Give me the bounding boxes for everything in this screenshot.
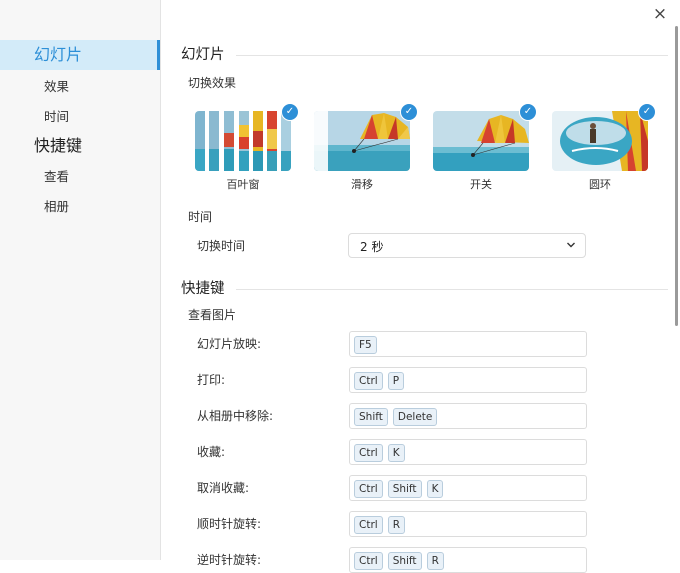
shortcut-label: 打印: [197, 373, 226, 387]
key-cap: Ctrl [354, 372, 383, 390]
settings-content: 幻灯片 切换效果 ✓ 百叶窗 ✓ 滑移 ✓ 开关 ✓ 圆环 时间 切换时间 2 … [160, 0, 680, 573]
switch-time-label: 切换时间 [197, 239, 246, 253]
shortcut-input[interactable]: Ctrl K [349, 439, 587, 465]
key-cap: Ctrl [354, 552, 383, 570]
sidebar-item-shortcuts[interactable]: 快捷键 [0, 131, 160, 161]
shortcut-input[interactable]: Shift Delete [349, 403, 587, 429]
effect-blinds-thumbnail [195, 111, 291, 171]
shortcut-input[interactable]: Ctrl R [349, 511, 587, 537]
switch-time-value: 2 秒 [360, 240, 384, 254]
sidebar: 幻灯片 效果 时间 快捷键 查看 相册 [0, 0, 161, 560]
effect-switch-label: 开关 [470, 178, 492, 191]
switch-time-select[interactable]: 2 秒 [348, 233, 586, 258]
effect-slide-label: 滑移 [351, 178, 373, 191]
shortcut-label: 顺时针旋转: [197, 517, 262, 531]
effect-blinds-label: 百叶窗 [226, 178, 260, 191]
sidebar-item-time[interactable]: 时间 [0, 105, 160, 129]
sidebar-item-slideshow[interactable]: 幻灯片 [0, 40, 160, 70]
key-cap: K [426, 480, 444, 498]
sidebar-item-view[interactable]: 查看 [0, 165, 160, 189]
key-cap: Ctrl [354, 444, 383, 462]
section-divider [236, 55, 668, 56]
shortcut-input[interactable]: Ctrl Shift R [349, 547, 587, 573]
effect-slide-thumbnail [314, 111, 410, 171]
effect-blinds[interactable]: ✓ 百叶窗 [195, 103, 299, 192]
sidebar-item-album[interactable]: 相册 [0, 195, 160, 219]
key-cap: P [387, 372, 405, 390]
view-images-group-label: 查看图片 [188, 308, 237, 322]
key-cap: K [387, 444, 405, 462]
effect-switch-thumbnail [433, 111, 529, 171]
key-cap: Ctrl [354, 516, 383, 534]
key-cap: Shift [387, 480, 422, 498]
effect-circle-thumbnail [552, 111, 648, 171]
key-cap: F5 [354, 336, 377, 354]
effect-switch[interactable]: ✓ 开关 [433, 103, 537, 192]
effect-slide[interactable]: ✓ 滑移 [314, 103, 418, 192]
shortcut-label: 幻灯片放映: [197, 337, 262, 351]
key-cap: Shift [387, 552, 422, 570]
shortcut-input[interactable]: F5 [349, 331, 587, 357]
shortcut-label: 从相册中移除: [197, 409, 274, 423]
key-cap: Ctrl [354, 480, 383, 498]
effect-blinds-check-icon: ✓ [281, 103, 299, 121]
effect-circle-label: 圆环 [589, 178, 611, 191]
chevron-down-icon [567, 242, 575, 248]
sidebar-item-effects[interactable]: 效果 [0, 75, 160, 99]
shortcut-input[interactable]: Ctrl Shift K [349, 475, 587, 501]
key-cap: R [426, 552, 444, 570]
shortcut-label: 收藏: [197, 445, 226, 459]
effect-switch-check-icon: ✓ [519, 103, 537, 121]
key-cap: Delete [392, 408, 438, 426]
key-cap: Shift [354, 408, 388, 426]
shortcut-input[interactable]: Ctrl P [349, 367, 587, 393]
time-group-label: 时间 [188, 210, 213, 224]
shortcut-label: 取消收藏: [197, 481, 250, 495]
effect-circle[interactable]: ✓ 圆环 [552, 103, 656, 192]
section-divider [236, 289, 668, 290]
key-cap: R [387, 516, 405, 534]
effect-circle-check-icon: ✓ [638, 103, 656, 121]
effects-group-label: 切换效果 [188, 76, 237, 90]
effect-slide-check-icon: ✓ [400, 103, 418, 121]
shortcuts-section-title: 快捷键 [181, 281, 225, 297]
slideshow-section-title: 幻灯片 [181, 47, 225, 63]
